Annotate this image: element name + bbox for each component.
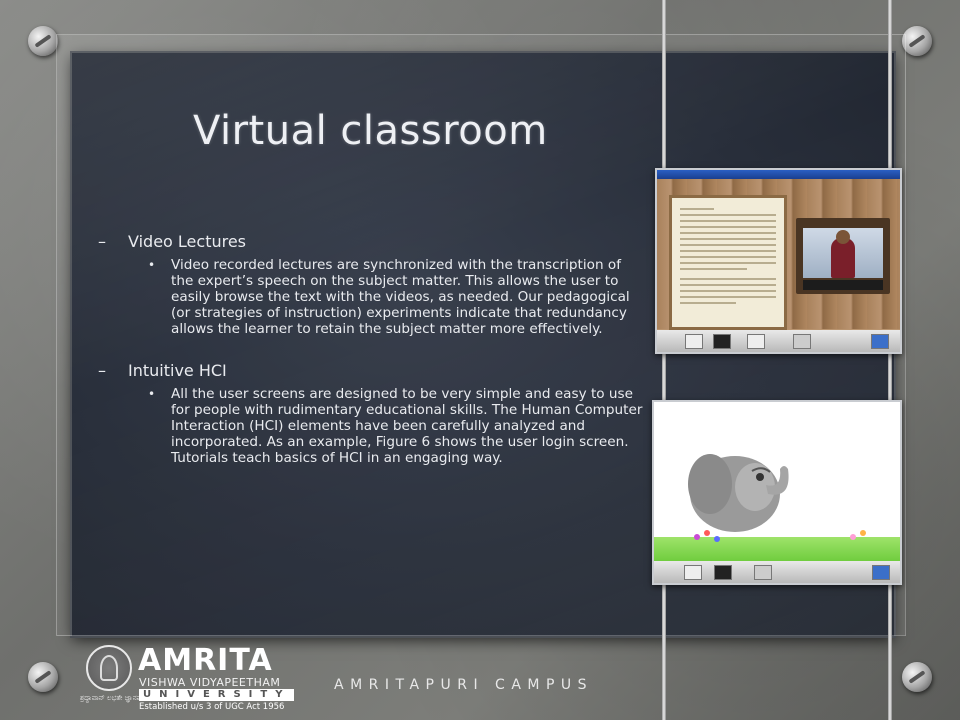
- section-body-text: Video recorded lectures are synchronized…: [171, 257, 630, 337]
- flower-decoration: [860, 530, 866, 536]
- window-titlebar: [657, 170, 900, 179]
- elephant-illustration: [688, 454, 789, 532]
- section-body: • Video recorded lectures are synchroniz…: [98, 257, 646, 337]
- lecture-screenshot: [655, 168, 902, 354]
- flower-decoration: [850, 534, 856, 540]
- toolbar-icon: [714, 565, 732, 580]
- flower-decoration: [704, 530, 710, 536]
- dash-bullet: –: [98, 232, 106, 251]
- screw-bolt-icon: [902, 26, 932, 56]
- flower-decoration: [694, 534, 700, 540]
- brand-established: Established u/s 3 of UGC Act 1956: [139, 702, 285, 712]
- screw-bolt-icon: [902, 662, 932, 692]
- dash-bullet: –: [98, 361, 106, 380]
- section-body: • All the user screens are designed to b…: [98, 386, 646, 466]
- toolbar-icon: [871, 334, 889, 349]
- toolbar-icon: [684, 565, 702, 580]
- video-controls: [803, 280, 883, 290]
- grass-ground: [654, 537, 900, 563]
- screw-bolt-icon: [28, 662, 58, 692]
- toolbar-icon: [793, 334, 811, 349]
- flower-decoration: [714, 536, 720, 542]
- dot-bullet: •: [148, 387, 156, 401]
- brand-name: AMRITA: [138, 643, 273, 678]
- section-body-text: All the user screens are designed to be …: [171, 386, 643, 466]
- section-heading: – Intuitive HCI: [98, 361, 646, 380]
- toolbar-icon: [685, 334, 703, 349]
- transcript-paper: [669, 195, 787, 330]
- dot-bullet: •: [148, 258, 156, 272]
- emblem-caption: ಶ್ರದ್ಧಾವಾನ್ ಲಭತೇ ಜ್ಞಾನಮ್: [80, 694, 146, 702]
- brand-subtitle: VISHWA VIDYAPEETHAM: [139, 676, 281, 689]
- display-rod: [888, 0, 892, 720]
- university-emblem-icon: [86, 645, 132, 691]
- section-heading-text: Video Lectures: [128, 232, 247, 251]
- campus-label: AMRITAPURI CAMPUS: [334, 677, 594, 693]
- lecturer-figure: [831, 230, 855, 278]
- toolbar-icon: [754, 565, 772, 580]
- screen-toolbar: [657, 330, 900, 352]
- lecture-video: [803, 228, 883, 278]
- login-screenshot: [652, 400, 902, 585]
- toolbar-icon: [872, 565, 890, 580]
- brand-university: UNIVERSITY: [139, 689, 295, 701]
- section-heading: – Video Lectures: [98, 232, 646, 251]
- screw-bolt-icon: [28, 26, 58, 56]
- toolbar-icon: [747, 334, 765, 349]
- slide-content: – Video Lectures • Video recorded lectur…: [98, 232, 646, 466]
- university-logo: ಶ್ರದ್ಧಾವಾನ್ ಲಭತೇ ಜ್ಞಾನಮ್ AMRITA VISHWA V…: [80, 641, 295, 712]
- section-heading-text: Intuitive HCI: [128, 361, 227, 380]
- screen-toolbar: [654, 561, 900, 583]
- slide-title: Virtual classroom: [193, 108, 548, 154]
- display-rod: [662, 0, 666, 720]
- toolbar-icon: [713, 334, 731, 349]
